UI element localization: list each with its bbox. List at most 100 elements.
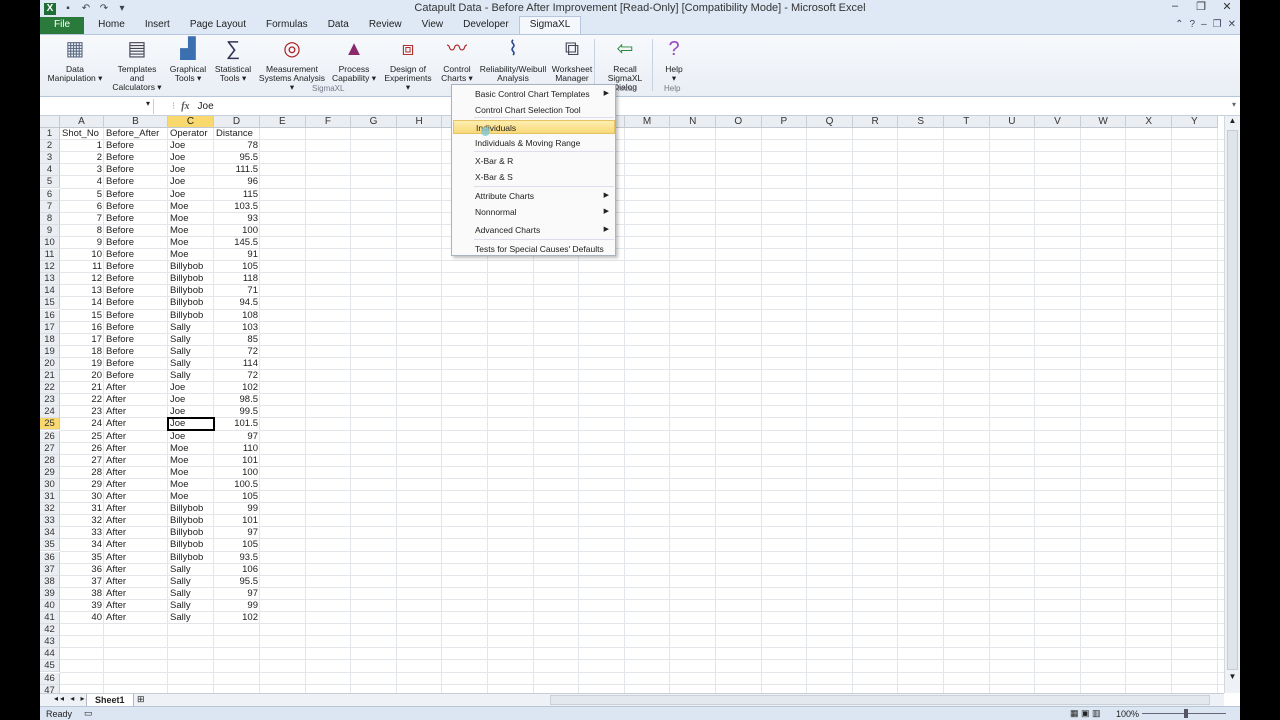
row-header[interactable]: 19 bbox=[40, 345, 60, 358]
table-cell[interactable]: After bbox=[104, 382, 168, 394]
table-cell[interactable]: 32 bbox=[60, 515, 104, 527]
table-cell[interactable]: Before bbox=[104, 201, 168, 213]
table-cell[interactable]: 108 bbox=[214, 310, 260, 322]
table-cell[interactable]: 17 bbox=[60, 334, 104, 346]
menu-item-individuals-moving-range[interactable]: Individuals & Moving Range bbox=[475, 136, 613, 150]
table-cell[interactable]: 24 bbox=[60, 418, 104, 430]
table-cell[interactable]: After bbox=[104, 612, 168, 624]
column-header-g[interactable]: G bbox=[351, 116, 397, 128]
macro-record-icon[interactable]: ▭ bbox=[84, 708, 93, 719]
table-cell[interactable]: 18 bbox=[60, 346, 104, 358]
formula-expand-icon[interactable]: ▾ bbox=[1232, 100, 1236, 109]
help-icon[interactable]: ? bbox=[1190, 19, 1196, 30]
row-header[interactable]: 32 bbox=[40, 503, 60, 516]
row-header[interactable]: 12 bbox=[40, 261, 60, 274]
redo-icon[interactable]: ↷ bbox=[98, 3, 110, 15]
table-cell[interactable]: 105 bbox=[214, 491, 260, 503]
table-cell[interactable]: Before bbox=[104, 249, 168, 261]
table-cell[interactable]: After bbox=[104, 564, 168, 576]
table-cell[interactable]: After bbox=[104, 394, 168, 406]
row-header[interactable]: 35 bbox=[40, 539, 60, 552]
table-cell[interactable]: Moe bbox=[168, 237, 214, 249]
table-cell[interactable]: 95.5 bbox=[214, 576, 260, 588]
table-cell[interactable]: Moe bbox=[168, 455, 214, 467]
menu-item-basic-control-chart-templates[interactable]: Basic Control Chart Templates ▶ bbox=[475, 87, 613, 101]
table-cell[interactable]: 21 bbox=[60, 382, 104, 394]
tab-file[interactable]: File bbox=[40, 17, 85, 34]
table-cell[interactable]: 25 bbox=[60, 431, 104, 443]
table-cell[interactable]: Billybob bbox=[168, 515, 214, 527]
header-cell[interactable]: Shot_No bbox=[60, 128, 104, 140]
table-cell[interactable]: Moe bbox=[168, 479, 214, 491]
ribbon-button-worksheet-manager[interactable]: ⧉ Worksheet Manager bbox=[548, 35, 596, 83]
table-cell[interactable]: Moe bbox=[168, 201, 214, 213]
table-cell[interactable]: Before bbox=[104, 176, 168, 188]
row-header[interactable]: 23 bbox=[40, 394, 60, 407]
table-cell[interactable]: 22 bbox=[60, 394, 104, 406]
scroll-down-icon[interactable]: ▼ bbox=[1225, 672, 1240, 684]
table-cell[interactable]: 6 bbox=[60, 201, 104, 213]
table-cell[interactable]: Billybob bbox=[168, 261, 214, 273]
column-header-b[interactable]: B bbox=[104, 116, 168, 128]
row-header[interactable]: 34 bbox=[40, 527, 60, 540]
tab-data[interactable]: Data bbox=[318, 17, 359, 34]
menu-item-control-chart-selection-tool[interactable]: Control Chart Selection Tool bbox=[475, 103, 613, 117]
table-cell[interactable]: Joe bbox=[168, 189, 214, 201]
table-cell[interactable]: 100.5 bbox=[214, 479, 260, 491]
tab-developer[interactable]: Developer bbox=[453, 17, 519, 34]
column-header-y[interactable]: Y bbox=[1172, 116, 1218, 128]
table-cell[interactable]: After bbox=[104, 431, 168, 443]
table-cell[interactable]: Moe bbox=[168, 249, 214, 261]
table-cell[interactable]: 34 bbox=[60, 539, 104, 551]
column-header-n[interactable]: N bbox=[670, 116, 716, 128]
table-cell[interactable]: 102 bbox=[214, 612, 260, 624]
row-header[interactable]: 11 bbox=[40, 249, 60, 262]
column-header-v[interactable]: V bbox=[1035, 116, 1081, 128]
scroll-thumb[interactable] bbox=[1227, 130, 1238, 670]
column-header-m[interactable]: M bbox=[624, 116, 671, 128]
column-header-d[interactable]: D bbox=[214, 116, 260, 128]
table-cell[interactable]: 7 bbox=[60, 213, 104, 225]
row-header[interactable]: 38 bbox=[40, 575, 60, 588]
table-cell[interactable]: Before bbox=[104, 322, 168, 334]
menu-item-nonnormal[interactable]: Nonnormal ▶ bbox=[475, 205, 613, 219]
table-cell[interactable]: 99 bbox=[214, 600, 260, 612]
column-header-x[interactable]: X bbox=[1126, 116, 1172, 128]
table-cell[interactable]: Joe bbox=[168, 394, 214, 406]
table-cell[interactable]: Sally bbox=[168, 576, 214, 588]
table-cell[interactable]: 2 bbox=[60, 152, 104, 164]
table-cell[interactable]: 40 bbox=[60, 612, 104, 624]
table-cell[interactable]: Moe bbox=[168, 225, 214, 237]
table-cell[interactable]: 27 bbox=[60, 455, 104, 467]
table-cell[interactable]: Sally bbox=[168, 370, 214, 382]
table-cell[interactable]: Sally bbox=[168, 358, 214, 370]
table-cell[interactable]: Sally bbox=[168, 612, 214, 624]
table-cell[interactable]: 105 bbox=[214, 261, 260, 273]
column-header-o[interactable]: O bbox=[716, 116, 762, 128]
table-cell[interactable]: 114 bbox=[214, 358, 260, 370]
row-header[interactable]: 13 bbox=[40, 273, 60, 286]
table-cell[interactable]: 99 bbox=[214, 503, 260, 515]
row-header[interactable]: 43 bbox=[40, 636, 60, 649]
table-cell[interactable]: 97 bbox=[214, 588, 260, 600]
menu-item-x-bar-s[interactable]: X-Bar & S bbox=[475, 170, 613, 184]
column-header-h[interactable]: H bbox=[396, 116, 443, 128]
table-cell[interactable]: 16 bbox=[60, 322, 104, 334]
table-cell[interactable]: After bbox=[104, 539, 168, 551]
table-cell[interactable]: 20 bbox=[60, 370, 104, 382]
row-header[interactable]: 18 bbox=[40, 333, 60, 346]
table-cell[interactable]: Billybob bbox=[168, 310, 214, 322]
table-cell[interactable]: After bbox=[104, 515, 168, 527]
column-header-p[interactable]: P bbox=[761, 116, 808, 128]
table-cell[interactable]: 30 bbox=[60, 491, 104, 503]
save-icon[interactable]: ▪ bbox=[62, 3, 74, 15]
table-cell[interactable]: Before bbox=[104, 237, 168, 249]
table-cell[interactable]: Joe bbox=[168, 140, 214, 152]
row-header[interactable]: 20 bbox=[40, 357, 60, 370]
ribbon-button-data-manipulation[interactable]: ▦ Data Manipulation ▾ bbox=[42, 35, 108, 83]
table-cell[interactable]: 115 bbox=[214, 189, 260, 201]
tab-page-layout[interactable]: Page Layout bbox=[180, 17, 256, 34]
table-cell[interactable]: After bbox=[104, 467, 168, 479]
zoom-level[interactable]: 100% bbox=[1116, 709, 1139, 719]
table-cell[interactable]: After bbox=[104, 503, 168, 515]
